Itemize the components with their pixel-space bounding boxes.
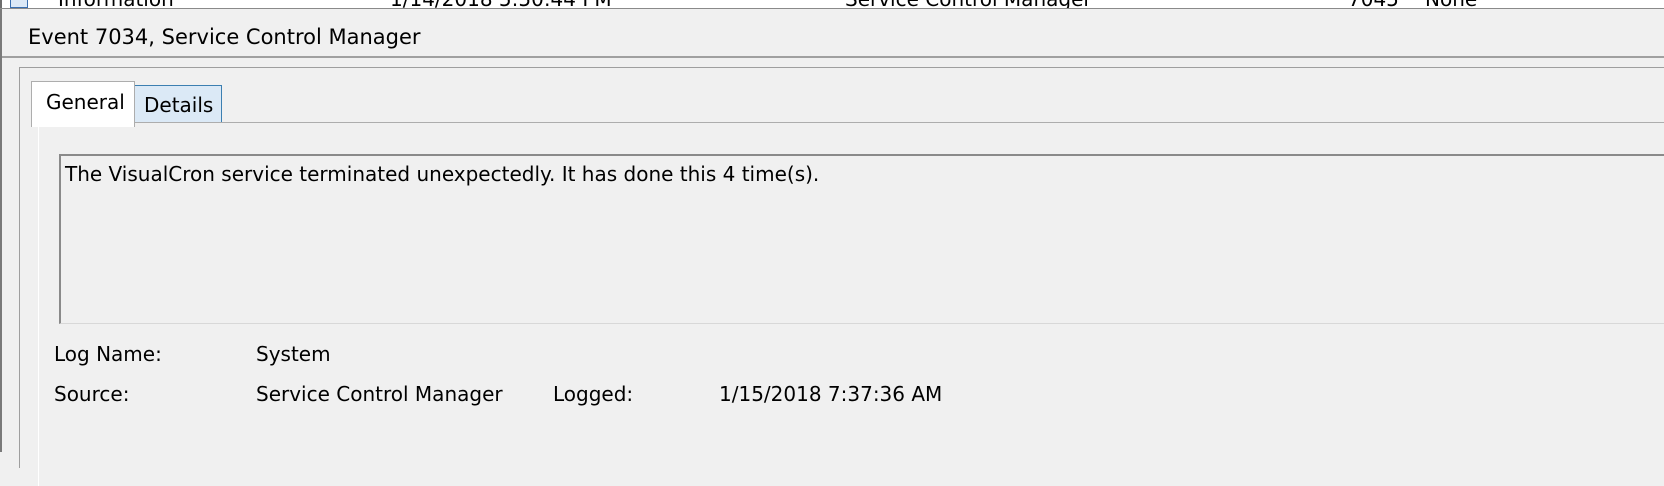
list-border xyxy=(0,0,2,8)
event-list-row[interactable]: Information 1/14/2018 5:50:44 PM Service… xyxy=(0,0,1664,9)
tab-strip-divider xyxy=(31,122,1664,123)
logged-label: Logged: xyxy=(553,382,634,406)
general-tab-panel: The VisualCron service terminated unexpe… xyxy=(38,126,1664,486)
log-name-label: Log Name: xyxy=(54,342,162,366)
source-label: Source: xyxy=(54,382,130,406)
tab-control: General Details The VisualCron service t… xyxy=(19,67,1664,486)
row-event-id: 7045 xyxy=(1348,0,1399,8)
row-date-time: 1/14/2018 5:50:44 PM xyxy=(390,0,612,8)
tab-details[interactable]: Details xyxy=(134,85,222,123)
logged-value: 1/15/2018 7:37:36 AM xyxy=(719,382,943,406)
title-divider xyxy=(2,56,1664,58)
pane-title: Event 7034, Service Control Manager xyxy=(28,25,421,49)
tab-details-label: Details xyxy=(144,93,214,117)
event-description: The VisualCron service terminated unexpe… xyxy=(65,162,820,186)
source-value: Service Control Manager xyxy=(256,382,503,406)
event-description-box[interactable]: The VisualCron service terminated unexpe… xyxy=(59,154,1664,324)
information-icon xyxy=(10,0,28,8)
row-level: Information xyxy=(58,0,174,8)
tab-general[interactable]: General xyxy=(31,81,135,127)
pane-title-bar: Event 7034, Service Control Manager xyxy=(4,9,1664,55)
row-source: Service Control Manager xyxy=(845,0,1092,8)
event-properties-pane: Event 7034, Service Control Manager Gene… xyxy=(0,9,1664,486)
tab-general-label: General xyxy=(46,90,125,114)
row-task-category: None xyxy=(1425,0,1477,8)
log-name-value: System xyxy=(256,342,331,366)
